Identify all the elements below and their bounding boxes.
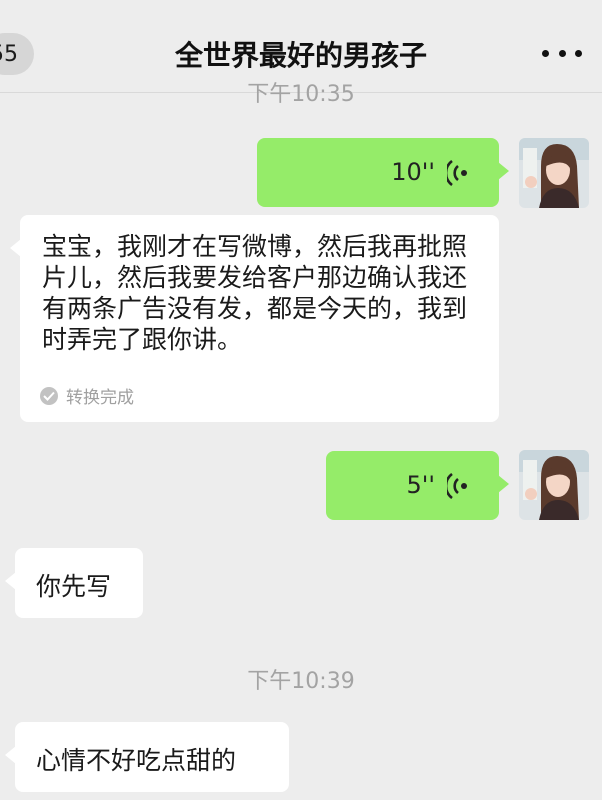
text-message-bubble[interactable]: 心情不好吃点甜的 [5,722,289,792]
convert-status: 转换完成 [40,383,134,408]
voice-wave-icon [447,160,467,186]
message-text: 宝宝，我刚才在写微博，然后我再批照片儿，然后我要发给客户那边确认我还有两条广告没… [42,232,468,354]
voice-message-bubble[interactable]: 5'' [326,451,509,520]
message-text: 你先写 [36,572,112,601]
text-message-bubble[interactable]: 你先写 [5,548,143,618]
convert-status-text: 转换完成 [66,388,134,408]
voice-wave-icon [447,473,467,499]
check-icon [40,386,58,405]
message-timestamp: 下午10:39 [247,669,355,694]
voice-duration: 5'' [406,471,435,499]
avatar[interactable] [519,450,589,520]
timestamp-text: 下午10:35 [247,82,355,104]
voice-duration: 10'' [391,158,435,186]
message-text: 心情不好吃点甜的 [36,746,237,775]
avatar[interactable] [519,138,589,208]
message-timestamp: 下午10:35 [0,80,602,104]
chat-title: 全世界最好的男孩子 [174,39,427,72]
text-message-bubble[interactable]: 宝宝，我刚才在写微博，然后我再批照片儿，然后我要发给客户那边确认我还有两条广告没… [10,215,499,422]
more-dots-icon[interactable] [542,46,582,60]
voice-message-bubble[interactable]: 10'' [257,138,509,207]
